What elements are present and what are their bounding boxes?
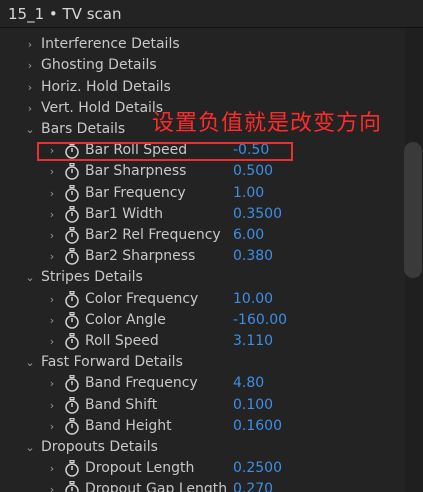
property-value[interactable]: 0.1600	[233, 416, 282, 437]
chevron-right-icon[interactable]: ›	[24, 55, 36, 76]
chevron-right-icon[interactable]: ›	[46, 416, 58, 437]
property-label: Color Frequency	[85, 290, 199, 307]
property-row[interactable]: › Bar1 Width 0.3500	[0, 204, 405, 225]
property-label: Color Angle	[85, 311, 166, 328]
stopwatch-icon[interactable]	[64, 481, 80, 492]
section-row[interactable]: ⌄ Dropouts Details	[0, 437, 405, 458]
property-value[interactable]: 1.00	[233, 183, 264, 204]
stopwatch-icon[interactable]	[64, 460, 80, 477]
property-label: Bar Frequency	[85, 184, 186, 201]
chevron-right-icon[interactable]: ›	[46, 161, 58, 182]
chevron-right-icon[interactable]: ›	[24, 77, 36, 98]
property-value[interactable]: 0.3500	[233, 204, 282, 225]
section-label: Ghosting Details	[41, 57, 157, 74]
chevron-right-icon[interactable]: ›	[46, 204, 58, 225]
stopwatch-icon[interactable]	[64, 396, 80, 414]
property-value[interactable]: 0.100	[233, 395, 273, 416]
highlight-box	[37, 142, 293, 161]
property-row[interactable]: › Band Frequency 4.80	[0, 373, 405, 394]
property-label: Bar Sharpness	[85, 163, 187, 180]
property-row[interactable]: › Color Angle -160.00	[0, 310, 405, 331]
stopwatch-icon[interactable]	[64, 184, 80, 202]
property-label: Bar2 Rel Frequency	[85, 227, 221, 243]
stopwatch-icon[interactable]	[64, 226, 80, 244]
chevron-down-icon[interactable]: ⌄	[24, 119, 36, 140]
stopwatch-icon[interactable]	[64, 248, 80, 265]
property-row[interactable]: › Color Frequency 10.00	[0, 289, 405, 310]
stopwatch-icon[interactable]	[64, 375, 80, 393]
chevron-right-icon[interactable]: ›	[46, 289, 58, 310]
property-value[interactable]: 0.380	[233, 246, 273, 267]
panel-title-bar: 15_1 • TV scan	[0, 0, 423, 28]
chevron-right-icon[interactable]: ›	[46, 310, 58, 331]
chevron-right-icon[interactable]: ›	[24, 28, 36, 34]
property-row[interactable]: › Band Height 0.1600	[0, 416, 405, 437]
section-row[interactable]: ⌄ Fast Forward Details	[0, 352, 405, 373]
stopwatch-icon[interactable]	[64, 311, 80, 329]
property-row[interactable]: › Bar Sharpness 0.500	[0, 161, 405, 182]
property-value[interactable]: 3.110	[233, 331, 273, 352]
section-label: Stripes Details	[41, 269, 143, 286]
scrollbar-thumb[interactable]	[404, 142, 422, 278]
stopwatch-icon[interactable]	[64, 163, 80, 181]
property-value[interactable]: 0.2500	[233, 458, 282, 479]
property-value[interactable]: 4.80	[233, 373, 264, 394]
property-label: Bar1 Width	[85, 205, 163, 222]
section-label: Dropouts Details	[41, 439, 158, 455]
section-row[interactable]: › Ghosting Details	[0, 55, 405, 76]
annotation-text: 设置负值就是改变方向	[152, 111, 383, 136]
property-row[interactable]: › Dropout Gap Length 0.270	[0, 479, 405, 492]
property-label: Band Shift	[85, 396, 158, 413]
property-row[interactable]: › Roll Speed 3.110	[0, 331, 405, 352]
property-label: Band Height	[85, 417, 172, 434]
chevron-right-icon[interactable]: ›	[46, 373, 58, 394]
property-row[interactable]: › Bar Frequency 1.00	[0, 183, 405, 204]
property-label: Dropout Gap Length	[85, 481, 228, 492]
chevron-right-icon[interactable]: ›	[24, 34, 36, 55]
section-row[interactable]: ⌄ Stripes Details	[0, 267, 405, 288]
section-label: Static	[41, 28, 81, 34]
panel-title: 15_1 • TV scan	[8, 5, 122, 23]
chevron-right-icon[interactable]: ›	[46, 479, 58, 492]
property-value[interactable]: -160.00	[233, 310, 287, 331]
property-row[interactable]: › Dropout Length 0.2500	[0, 458, 405, 479]
section-row[interactable]: › Static	[0, 28, 405, 34]
chevron-right-icon[interactable]: ›	[46, 331, 58, 352]
stopwatch-icon[interactable]	[64, 417, 80, 435]
section-label: Bars Details	[41, 121, 126, 137]
chevron-right-icon[interactable]: ›	[24, 98, 36, 119]
chevron-down-icon[interactable]: ⌄	[24, 437, 36, 458]
section-label: Fast Forward Details	[41, 354, 183, 371]
stopwatch-icon[interactable]	[64, 205, 80, 223]
property-value[interactable]: 10.00	[233, 289, 273, 310]
effect-controls-panel: › Static › Interference Details › Ghosting De…	[0, 28, 405, 492]
property-value[interactable]: 6.00	[233, 225, 264, 246]
chevron-right-icon[interactable]: ›	[46, 458, 58, 479]
chevron-down-icon[interactable]: ⌄	[24, 352, 36, 373]
property-row[interactable]: › Band Shift 0.100	[0, 395, 405, 416]
section-label: Interference Details	[41, 36, 180, 53]
property-label: Bar2 Sharpness	[85, 248, 196, 265]
property-label: Roll Speed	[85, 333, 159, 349]
chevron-down-icon[interactable]: ⌄	[24, 267, 36, 288]
property-label: Dropout Length	[85, 460, 195, 477]
property-value[interactable]: 0.270	[233, 479, 273, 492]
section-row[interactable]: › Horiz. Hold Details	[0, 77, 405, 98]
section-row[interactable]: › Interference Details	[0, 34, 405, 55]
property-value[interactable]: 0.500	[233, 161, 273, 182]
stopwatch-icon[interactable]	[64, 290, 80, 308]
chevron-right-icon[interactable]: ›	[46, 246, 58, 267]
stopwatch-icon[interactable]	[64, 332, 80, 350]
chevron-right-icon[interactable]: ›	[46, 395, 58, 416]
property-row[interactable]: › Bar2 Sharpness 0.380	[0, 246, 405, 267]
chevron-right-icon[interactable]: ›	[46, 225, 58, 246]
section-label: Vert. Hold Details	[41, 99, 164, 116]
section-label: Horiz. Hold Details	[41, 78, 171, 95]
property-row[interactable]: › Bar2 Rel Frequency 6.00	[0, 225, 405, 246]
property-label: Band Frequency	[85, 375, 198, 392]
chevron-right-icon[interactable]: ›	[46, 183, 58, 204]
